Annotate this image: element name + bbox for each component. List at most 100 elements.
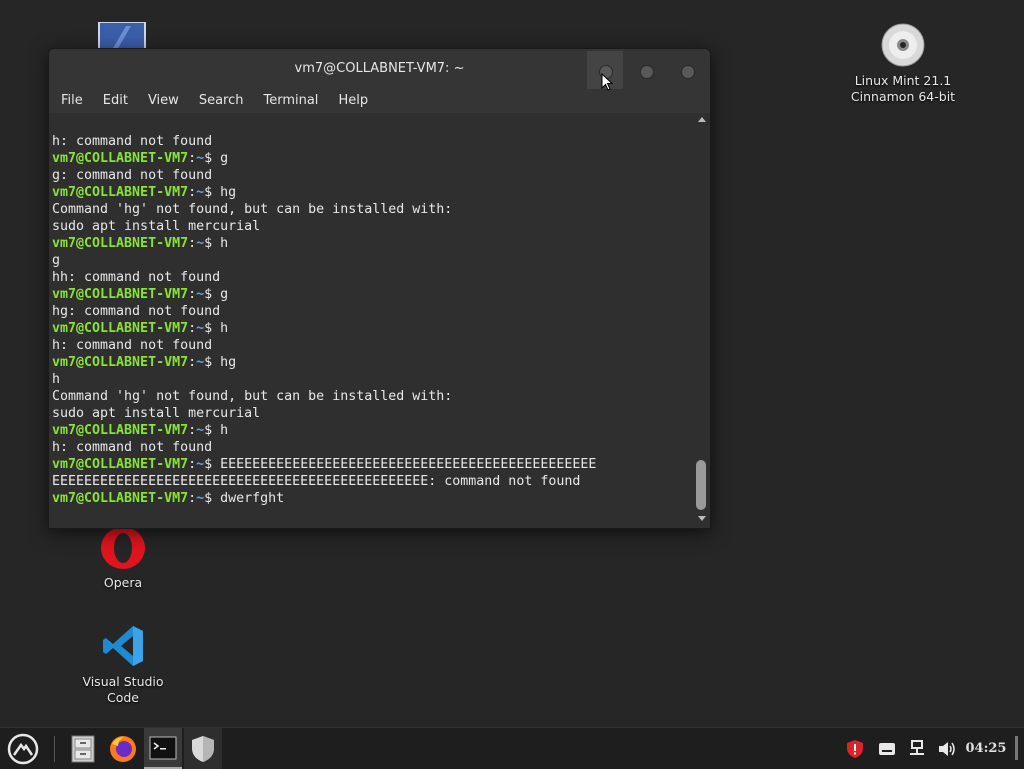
desktop-icon-disc[interactable]: Linux Mint 21.1 Cinnamon 64-bit xyxy=(838,22,968,105)
taskbar-separator xyxy=(54,736,55,762)
taskbar-shield[interactable] xyxy=(184,728,222,769)
terminal-command-line: vm7@COLLABNET-VM7:~$ EEEEEEEEEEEEEEEEEEE… xyxy=(49,456,694,473)
shield-icon xyxy=(192,735,214,762)
prompt-symbol: $ xyxy=(204,355,221,370)
taskbar-files[interactable] xyxy=(64,728,102,769)
terminal-output-line: Command 'hg' not found, but can be insta… xyxy=(52,389,453,404)
menu-bar: File Edit View Search Terminal Help xyxy=(49,89,710,113)
prompt-path: ~ xyxy=(196,236,205,251)
prompt-user: vm7@COLLABNET-VM7 xyxy=(52,423,189,438)
command-text: hg xyxy=(220,355,237,370)
terminal-output-line: Command 'hg' not found, but can be insta… xyxy=(52,202,453,217)
prompt-separator: : xyxy=(188,321,197,336)
prompt-symbol: $ xyxy=(204,321,221,336)
menu-icon xyxy=(7,733,39,764)
tray-keyboard[interactable] xyxy=(874,728,900,769)
prompt-separator: : xyxy=(188,236,197,251)
terminal-output-line: g xyxy=(52,253,61,268)
terminal-output-line: h: command not found xyxy=(52,134,213,149)
terminal-output-line: g: command not found xyxy=(52,168,213,183)
prompt-separator: : xyxy=(188,185,197,200)
menu-edit[interactable]: Edit xyxy=(93,89,138,113)
start-menu-button[interactable] xyxy=(0,728,46,769)
menu-help[interactable]: Help xyxy=(328,89,378,113)
prompt-path: ~ xyxy=(196,151,205,166)
menu-terminal[interactable]: Terminal xyxy=(253,89,328,113)
terminal-window[interactable]: vm7@COLLABNET-VM7: ~ File Edit View Sear… xyxy=(48,48,711,529)
tray-network[interactable] xyxy=(904,728,930,769)
show-desktop-button[interactable] xyxy=(1015,736,1018,760)
command-text: EEEEEEEEEEEEEEEEEEEEEEEEEEEEEEEEEEEEEEEE… xyxy=(220,457,597,472)
menu-file[interactable]: File xyxy=(49,89,93,113)
terminal-command-line: vm7@COLLABNET-VM7:~$ hg xyxy=(49,184,694,201)
clock[interactable]: 04:25 xyxy=(964,728,1008,769)
security-shield-icon xyxy=(847,739,863,758)
prompt-symbol: $ xyxy=(204,151,221,166)
vscode-label-line2: Code xyxy=(106,690,139,705)
command-text: g xyxy=(220,287,229,302)
command-text: g xyxy=(220,151,229,166)
terminal-command-line: vm7@COLLABNET-VM7:~$ h xyxy=(49,235,694,252)
volume-icon xyxy=(939,741,955,756)
command-text: dwerfght xyxy=(220,491,285,506)
scrollbar[interactable] xyxy=(694,113,710,528)
scroll-down-arrow-icon[interactable] xyxy=(698,516,706,521)
disc-label-line1: Linux Mint 21.1 xyxy=(854,73,952,88)
terminal-output-line: sudo apt install mercurial xyxy=(52,406,261,421)
prompt-separator: : xyxy=(188,151,197,166)
command-text: h xyxy=(220,236,229,251)
prompt-symbol: $ xyxy=(204,423,221,438)
prompt-separator: : xyxy=(188,423,197,438)
command-text: h xyxy=(220,423,229,438)
keyboard-icon xyxy=(879,742,895,755)
terminal-output-line: hg: command not found xyxy=(52,304,221,319)
terminal-icon xyxy=(149,736,177,759)
mouse-cursor-icon xyxy=(601,73,613,91)
prompt-path: ~ xyxy=(196,185,205,200)
terminal-output-line: h: command not found xyxy=(52,440,213,455)
prompt-separator: : xyxy=(188,457,197,472)
prompt-user: vm7@COLLABNET-VM7 xyxy=(52,287,189,302)
prompt-path: ~ xyxy=(196,321,205,336)
prompt-separator: : xyxy=(188,355,197,370)
desktop-icon-opera[interactable]: Opera xyxy=(83,526,163,591)
prompt-symbol: $ xyxy=(204,287,221,302)
tray-security[interactable] xyxy=(842,728,868,769)
tray-volume[interactable] xyxy=(934,728,960,769)
prompt-path: ~ xyxy=(196,355,205,370)
prompt-separator: : xyxy=(188,491,197,506)
files-icon xyxy=(71,735,95,762)
prompt-user: vm7@COLLABNET-VM7 xyxy=(52,355,189,370)
terminal-output-line: h xyxy=(52,372,61,387)
terminal-output-line: hh: command not found xyxy=(52,270,221,285)
network-icon xyxy=(910,739,924,755)
prompt-path: ~ xyxy=(196,491,205,506)
taskbar: 04:25 xyxy=(0,727,1024,769)
prompt-user: vm7@COLLABNET-VM7 xyxy=(52,457,189,472)
firefox-icon xyxy=(110,735,136,762)
scroll-thumb[interactable] xyxy=(696,460,706,510)
taskbar-firefox[interactable] xyxy=(104,728,142,769)
prompt-user: vm7@COLLABNET-VM7 xyxy=(52,321,189,336)
terminal-output[interactable]: h: command not found vm7@COLLABNET-VM7:~$… xyxy=(49,113,694,528)
terminal-command-line: vm7@COLLABNET-VM7:~$ g xyxy=(49,286,694,303)
terminal-output-line: h: command not found xyxy=(52,338,213,353)
disc-icon xyxy=(881,23,925,67)
prompt-separator: : xyxy=(188,287,197,302)
terminal-command-line: vm7@COLLABNET-VM7:~$ h xyxy=(49,320,694,337)
disc-label-line2: Cinnamon 64-bit xyxy=(850,89,956,104)
prompt-path: ~ xyxy=(196,457,205,472)
command-text: hg xyxy=(220,185,237,200)
desktop-icon-vscode[interactable]: Visual Studio Code xyxy=(78,624,168,706)
prompt-symbol: $ xyxy=(204,185,221,200)
prompt-user: vm7@COLLABNET-VM7 xyxy=(52,491,189,506)
scroll-up-arrow-icon[interactable] xyxy=(698,117,706,122)
taskbar-terminal[interactable] xyxy=(144,728,182,769)
menu-view[interactable]: View xyxy=(138,89,189,113)
prompt-path: ~ xyxy=(196,423,205,438)
terminal-command-line: vm7@COLLABNET-VM7:~$ g xyxy=(49,150,694,167)
menu-search[interactable]: Search xyxy=(189,89,254,113)
terminal-output-line: sudo apt install mercurial xyxy=(52,219,261,234)
prompt-user: vm7@COLLABNET-VM7 xyxy=(52,151,189,166)
prompt-symbol: $ xyxy=(204,236,221,251)
